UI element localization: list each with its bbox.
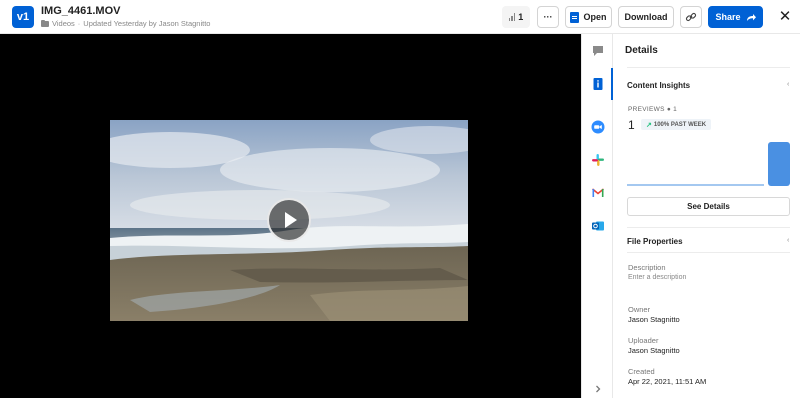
bar-chart-icon [508,13,516,21]
uploader-label: Uploader [628,336,659,345]
created-value: Apr 22, 2021, 11:51 AM [628,377,707,386]
description-label: Description [628,263,666,272]
collapse-icon[interactable]: ‹ [787,81,789,88]
video-stage [0,34,581,398]
share-arrow-icon [746,13,756,21]
details-panel: Details Content Insights ‹ PREVIEWS ● 1 … [613,34,800,398]
subline-separator: · [77,19,81,28]
view-count-button[interactable]: 1 [502,6,530,28]
folder-link[interactable]: Videos [52,19,75,29]
file-subline: Videos · Updated Yesterday by Jason Stag… [41,19,210,29]
file-title-block: IMG_4461.MOV Videos · Updated Yesterday … [41,5,210,29]
uploader-value: Jason Stagnitto [628,346,680,355]
divider [627,67,790,68]
share-label: Share [715,12,741,22]
divider [627,227,790,228]
collapse-icon[interactable]: ‹ [787,237,789,244]
version-badge[interactable]: v1 [12,6,34,28]
share-button[interactable]: Share [708,6,763,28]
owner-label: Owner [628,305,651,314]
download-button[interactable]: Download [618,6,674,28]
box-notes-icon [570,11,580,23]
trend-up-icon: ↗ [646,121,652,129]
video-player[interactable] [110,120,468,321]
view-count: 1 [518,12,524,22]
previews-chart [627,142,790,186]
comments-icon[interactable] [591,44,605,58]
file-properties-toggle[interactable]: File Properties [627,237,683,246]
preview-header: v1 IMG_4461.MOV Videos · Updated Yesterd… [0,0,800,34]
link-icon [685,12,697,22]
folder-icon [41,19,49,27]
slack-icon[interactable] [591,153,605,167]
content-insights-toggle[interactable]: Content Insights [627,81,690,90]
copy-link-button[interactable] [680,6,702,28]
details-icon[interactable] [591,77,605,91]
see-details-button[interactable]: See Details [627,197,790,216]
outlook-icon[interactable] [591,219,605,233]
chart-bar [768,142,790,186]
updated-text: Updated Yesterday by Jason Stagnitto [83,19,211,28]
zoom-icon[interactable] [591,120,605,134]
owner-value: Jason Stagnitto [628,315,680,324]
open-button[interactable]: Open [565,6,612,28]
created-label: Created [628,367,655,376]
play-button[interactable] [267,198,311,242]
gmail-icon[interactable] [591,186,605,200]
open-label: Open [583,12,607,22]
more-options-button[interactable]: ··· [537,6,559,28]
trend-text: 100% PAST WEEK [653,121,707,128]
close-button[interactable]: ✕ [776,8,794,26]
ellipsis-icon: ··· [543,12,553,22]
previews-count: 1 [628,118,635,132]
sidebar-icon-rail [581,34,613,398]
panel-title: Details [625,45,658,56]
divider [627,252,790,253]
file-name: IMG_4461.MOV [41,5,121,17]
trend-badge: ↗ 100% PAST WEEK [641,119,712,130]
chevron-right-icon[interactable] [591,382,605,396]
previews-label: PREVIEWS ● 1 [628,106,678,113]
description-input[interactable]: Enter a description [628,274,686,281]
